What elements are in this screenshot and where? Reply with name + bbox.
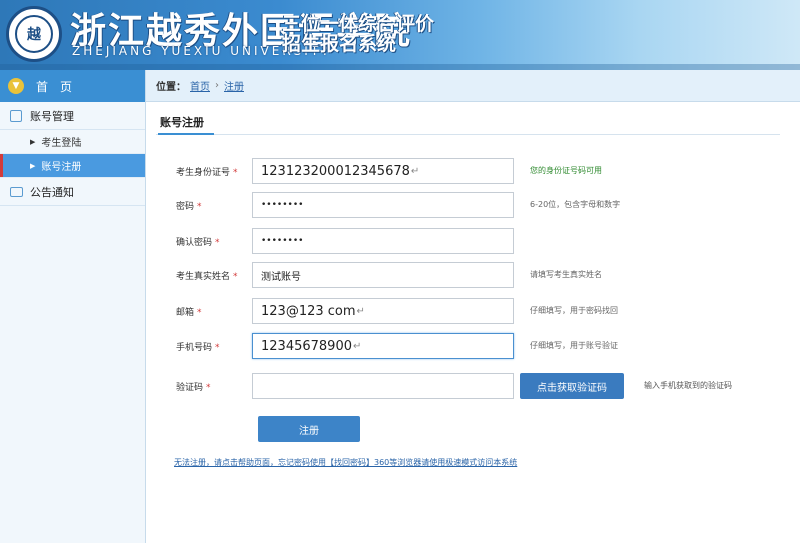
return-mark-icon: ↵ xyxy=(410,165,420,177)
home-icon: ▼ xyxy=(8,78,24,94)
sidebar-group-label: 账号管理 xyxy=(30,109,74,123)
breadcrumb: 位置： 首页 › 注册 xyxy=(146,70,800,102)
field-label: 考生身份证号 * xyxy=(176,168,238,178)
triangle-right-icon: ▶ xyxy=(30,137,36,146)
password-hint: 6-20位，包含字母和数字 xyxy=(530,200,621,209)
system-title-line2: 招生报名系统 xyxy=(282,33,397,55)
phone-input[interactable]: 12345678900 ↵ xyxy=(252,333,514,359)
sidebar-item-label: 账号注册 xyxy=(41,162,82,173)
verification-code-input[interactable] xyxy=(252,373,514,399)
sidebar-group-label: 公告通知 xyxy=(30,185,74,199)
breadcrumb-home-link[interactable]: 首页 xyxy=(190,78,210,93)
sidebar-home[interactable]: ▼ 首页 xyxy=(0,70,145,102)
tab-register[interactable]: 账号注册 xyxy=(160,114,204,130)
sidebar-home-label: 首页 xyxy=(36,79,85,94)
real-name-hint: 请填写考生真实姓名 xyxy=(530,270,602,279)
tab-active-underline xyxy=(158,133,214,135)
confirm-password-input[interactable]: •••••••• xyxy=(252,228,514,254)
form-row-phone: 手机号码 * 12345678900 ↵ 仔细填写，用于账号验证 xyxy=(146,333,800,359)
account-icon xyxy=(10,109,22,122)
breadcrumb-current-link[interactable]: 注册 xyxy=(224,78,244,93)
university-logo: 越 xyxy=(6,6,62,62)
sidebar-item-label: 考生登陆 xyxy=(41,138,82,149)
code-hint: 输入手机获取到的验证码 xyxy=(644,381,732,390)
field-label: 密码 * xyxy=(176,202,202,212)
logo-emblem: 越 xyxy=(15,15,53,53)
get-code-button[interactable]: 点击获取验证码 xyxy=(520,373,624,399)
form-row-confirm-password: 确认密码 * •••••••• xyxy=(146,228,800,254)
form-row-password: 密码 * •••••••• 6-20位，包含字母和数字 xyxy=(146,192,800,218)
real-name-input[interactable]: 测试账号 xyxy=(252,262,514,288)
system-title-line1: 三位一体综合评价 xyxy=(282,13,435,35)
password-input[interactable]: •••••••• xyxy=(252,192,514,218)
breadcrumb-prefix: 位置： xyxy=(156,82,186,93)
sidebar-group-notice[interactable]: 公告通知 xyxy=(0,178,145,206)
return-mark-icon: ↵ xyxy=(356,305,365,317)
form-row-email: 邮箱 * 123@123 com ↵ 仔细填写，用于密码找回 xyxy=(146,298,800,324)
id-number-input[interactable]: 123123200012345678 ↵ xyxy=(252,158,514,184)
triangle-right-icon: ▶ xyxy=(30,161,36,170)
breadcrumb-separator: › xyxy=(215,80,219,91)
email-hint: 仔细填写，用于密码找回 xyxy=(530,306,618,315)
tab-divider xyxy=(156,134,780,135)
field-label: 考生真实姓名 * xyxy=(176,272,238,282)
register-button[interactable]: 注册 xyxy=(258,416,360,442)
return-mark-icon: ↵ xyxy=(352,340,362,352)
sidebar-item-login[interactable]: ▶ 考生登陆 xyxy=(0,130,145,154)
sidebar-item-register[interactable]: ▶ 账号注册 xyxy=(0,154,145,178)
field-label: 确认密码 * xyxy=(176,238,220,248)
notice-icon xyxy=(10,186,23,197)
id-number-hint: 您的身份证号码可用 xyxy=(530,166,602,175)
help-link[interactable]: 无法注册，请点击帮助页面，忘记密码使用【找回密码】360等浏览器请使用极速模式访… xyxy=(174,457,517,468)
header-banner: 越 浙江越秀外国语学院 ZHEJIANG YUEXIU UNIVERSITY 三… xyxy=(0,0,800,70)
field-label: 邮箱 * xyxy=(176,308,202,318)
email-input[interactable]: 123@123 com ↵ xyxy=(252,298,514,324)
form-row-name: 考生真实姓名 * 测试账号 请填写考生真实姓名 xyxy=(146,262,800,288)
field-label: 手机号码 * xyxy=(176,343,220,353)
main-content: 账号注册 考生身份证号 * 123123200012345678 ↵ 您的身份证号码… xyxy=(146,102,800,543)
field-label: 验证码 * xyxy=(176,383,211,393)
sidebar-group-account[interactable]: 账号管理 xyxy=(0,102,145,130)
form-row-code: 验证码 * 点击获取验证码 输入手机获取到的验证码 xyxy=(146,373,800,399)
form-row-id: 考生身份证号 * 123123200012345678 ↵ 您的身份证号码可用 xyxy=(146,158,800,184)
sidebar: ▼ 首页 账号管理 ▶ 考生登陆 ▶ 账号注册 公告通知 xyxy=(0,70,146,543)
phone-hint: 仔细填写，用于账号验证 xyxy=(530,341,618,350)
system-title: 三位一体综合评价 招生报名系统 xyxy=(282,14,434,54)
